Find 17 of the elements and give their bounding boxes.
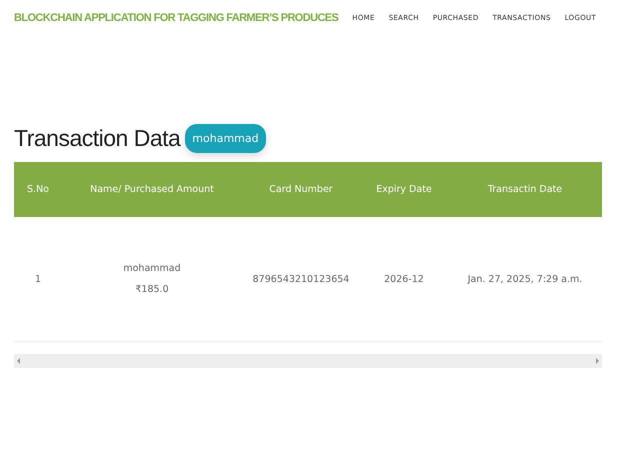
column-header: Name/ Purchased Amount (62, 162, 242, 217)
table-cell: Jan. 27, 2025, 7:29 a.m. (448, 217, 602, 342)
scroll-left-icon[interactable] (17, 358, 20, 364)
table-cell: 2026-12 (360, 217, 448, 342)
column-header: Transactin Date (448, 162, 602, 217)
user-badge: mohammad (185, 124, 266, 153)
purchase-amount: ₹185.0 (135, 284, 169, 295)
column-header: Card Number (242, 162, 360, 217)
scroll-right-icon[interactable] (596, 358, 599, 364)
table-cell: 8796543210123654 (242, 217, 360, 342)
buyer-name: mohammad (123, 263, 181, 274)
horizontal-scrollbar[interactable] (14, 354, 602, 368)
column-header: S.No (14, 162, 62, 217)
column-header: Expiry Date (360, 162, 448, 217)
page-title: Transaction Data (14, 125, 180, 152)
table-cell: 1 (14, 217, 62, 342)
site-title: BLOCKCHAIN APPLICATION FOR TAGGING FARMER’S PRODUCES (14, 12, 338, 24)
